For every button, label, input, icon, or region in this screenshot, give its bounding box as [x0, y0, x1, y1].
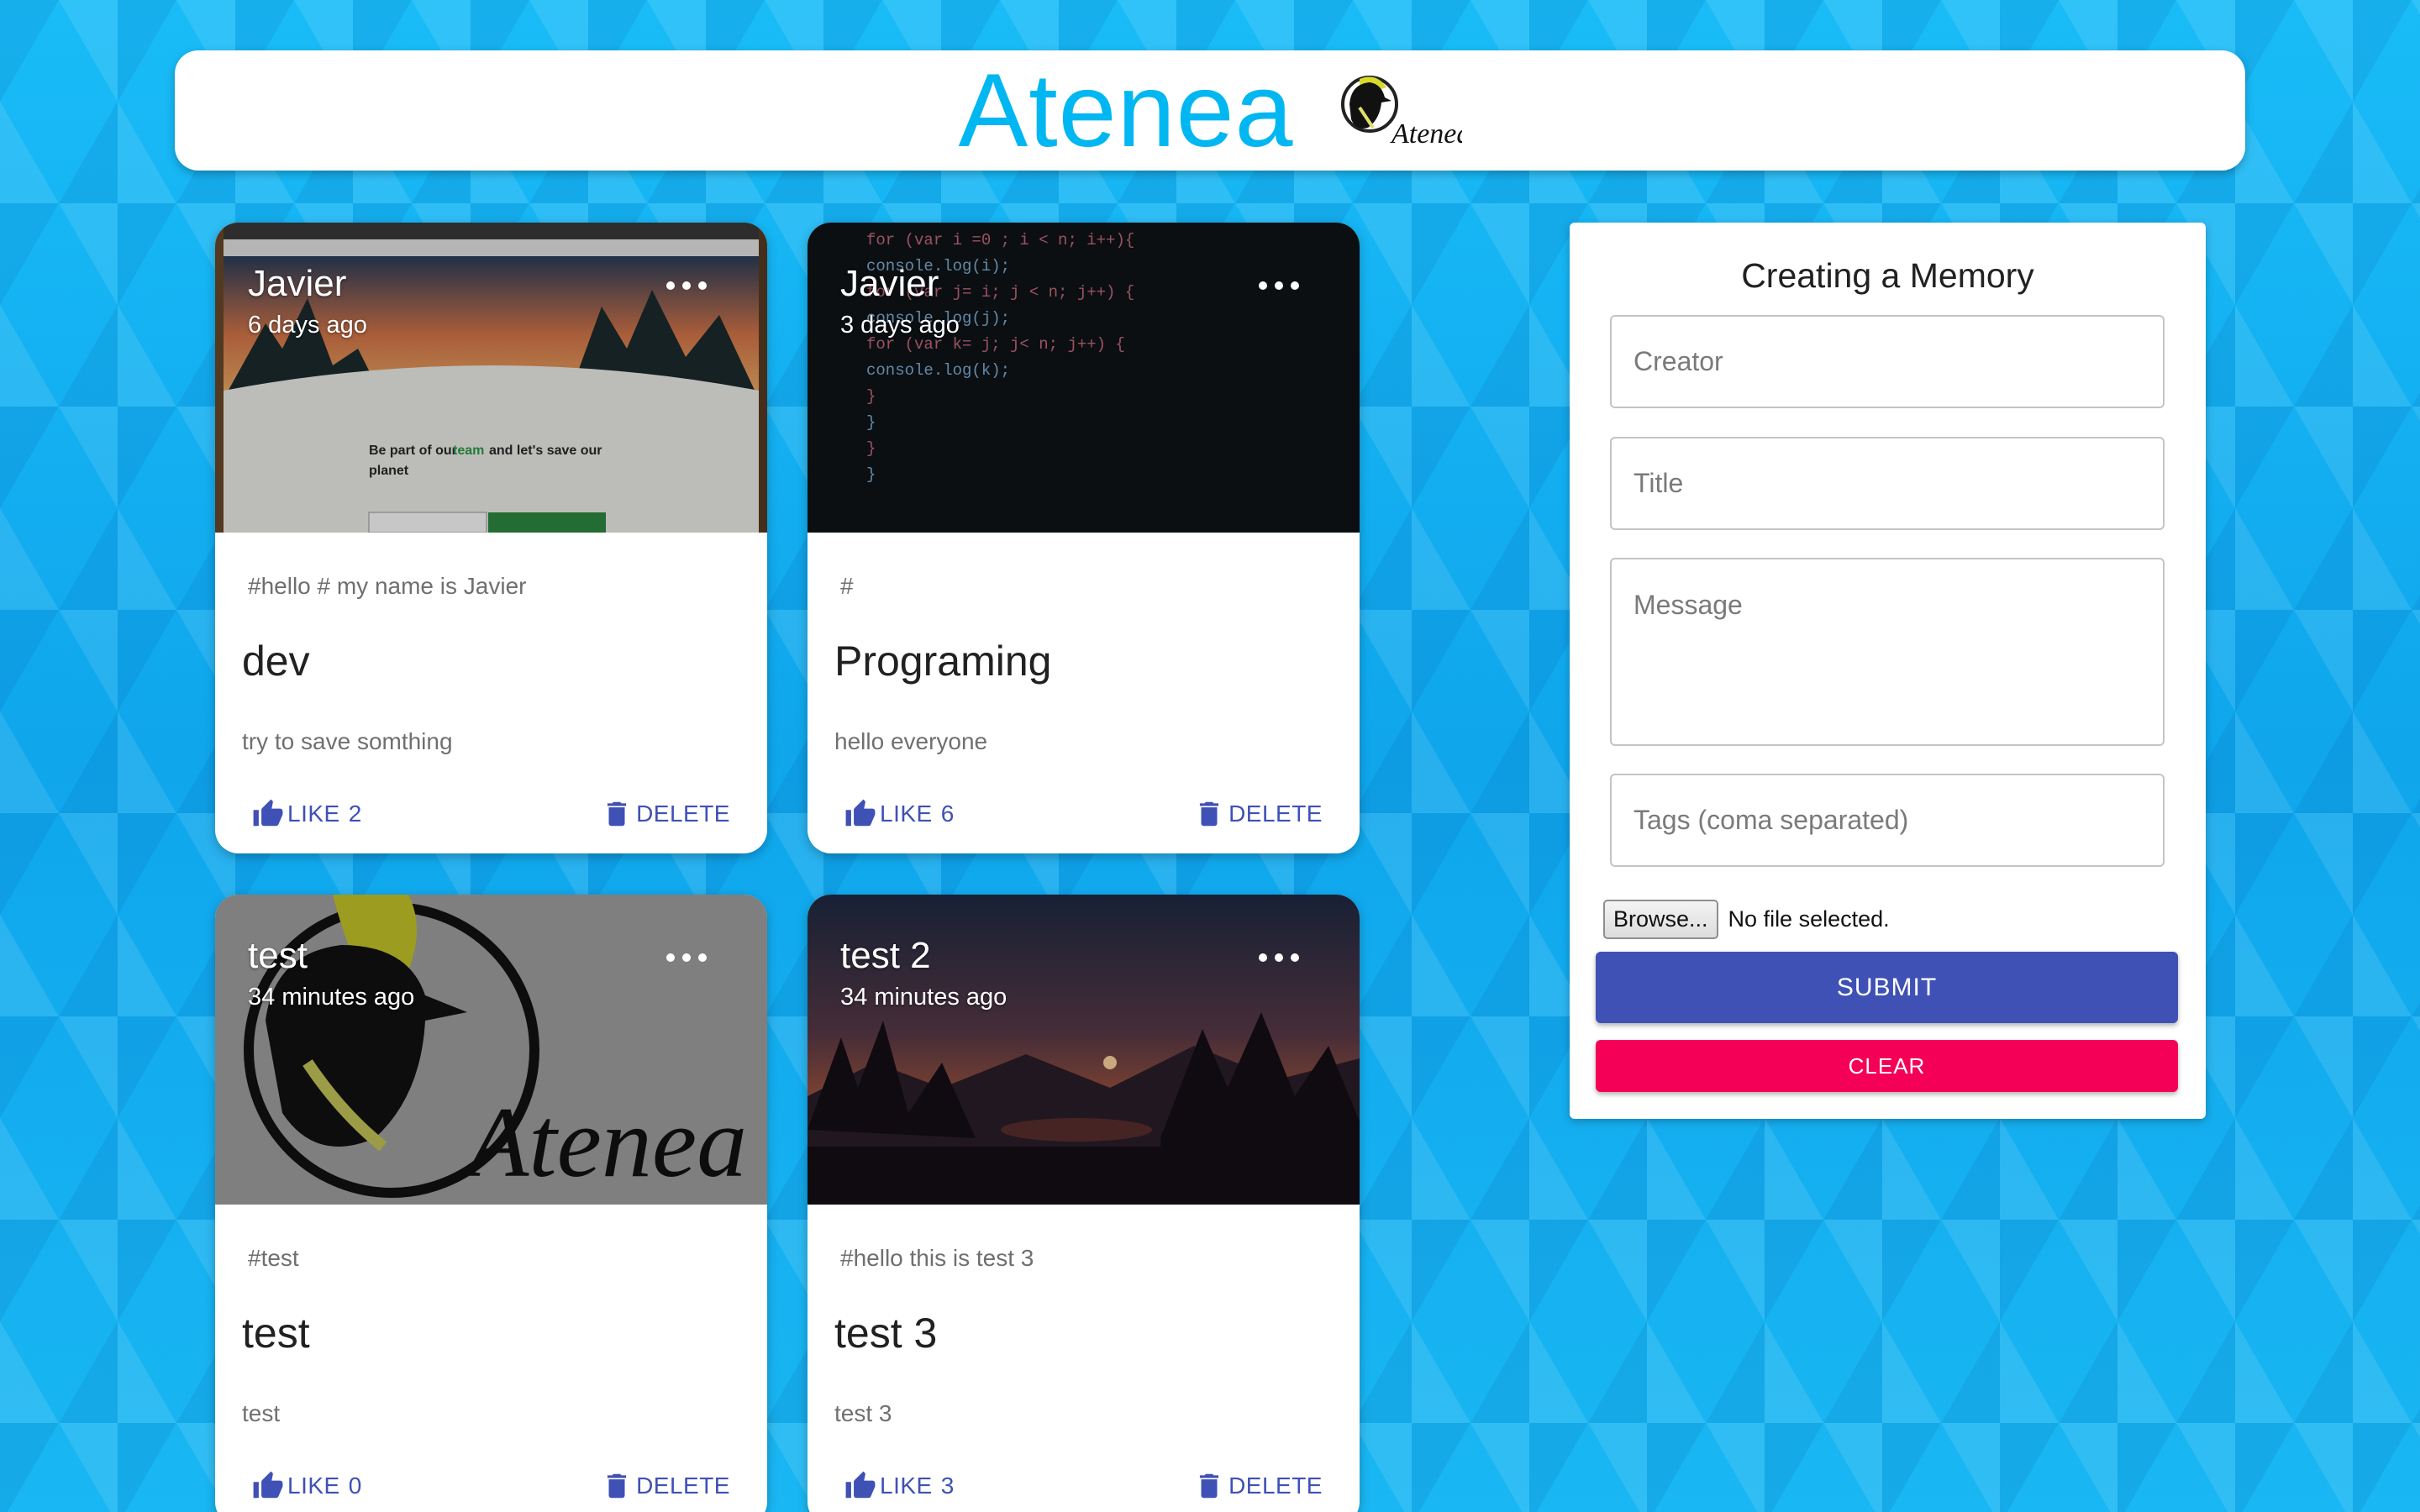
- delete-button[interactable]: DELETE: [1193, 798, 1323, 830]
- message-field[interactable]: Message: [1610, 558, 2165, 746]
- post-card: Be part of our team and let's save our p…: [215, 223, 767, 853]
- delete-label: DELETE: [636, 801, 730, 827]
- logo-lettering: Atenea: [1390, 118, 1462, 150]
- image-text-line: Be part of our: [369, 444, 457, 458]
- image-logo-text: Atenea: [461, 1086, 747, 1198]
- code-line: }: [866, 387, 876, 406]
- post-card: Atenea test 34 minutes ago #test test te…: [215, 895, 767, 1512]
- thumb-up-icon: [253, 1471, 283, 1499]
- clear-button[interactable]: CLEAR: [1596, 1040, 2178, 1092]
- like-button[interactable]: LIKE 0: [252, 1470, 362, 1502]
- like-button[interactable]: LIKE 2: [252, 798, 362, 830]
- post-time: 34 minutes ago: [840, 984, 1007, 1011]
- app-bar: Atenea Atenea: [175, 50, 2245, 171]
- like-count: 6: [940, 801, 955, 827]
- post-creator: Javier: [248, 263, 347, 304]
- delete-label: DELETE: [636, 1473, 730, 1499]
- thumb-up-icon: [253, 799, 283, 827]
- post-title: test 3: [834, 1310, 938, 1357]
- post-message: hello everyone: [834, 728, 988, 754]
- thumb-up-icon: [845, 799, 876, 827]
- post-title: Programing: [834, 638, 1052, 685]
- file-input: Browse... No file selected.: [1603, 900, 1890, 939]
- post-actions: LIKE 2 DELETE: [215, 793, 767, 835]
- post-actions: LIKE 3 DELETE: [808, 1465, 1360, 1507]
- post-actions: LIKE 0 DELETE: [215, 1465, 767, 1507]
- delete-label: DELETE: [1228, 801, 1323, 827]
- delete-button[interactable]: DELETE: [1193, 1470, 1323, 1502]
- browse-button[interactable]: Browse...: [1603, 900, 1718, 939]
- trash-icon: [607, 1473, 627, 1499]
- title-field[interactable]: Title: [1610, 437, 2165, 530]
- code-line: for (var i =0 ; i < n; i++){: [866, 231, 1134, 249]
- more-options-icon[interactable]: [1259, 273, 1299, 298]
- post-title: test: [242, 1310, 310, 1357]
- tags-field[interactable]: Tags (coma separated): [1610, 774, 2165, 867]
- image-text-line: and let's save our: [489, 444, 602, 458]
- more-options-icon[interactable]: [666, 273, 707, 298]
- post-tags: #hello this is test 3: [840, 1245, 1034, 1271]
- post-content: # Programing hello everyone LIKE 6 DELET…: [808, 533, 1360, 853]
- image-text-accent: team: [453, 444, 484, 458]
- post-creator: test 2: [840, 935, 931, 976]
- delete-button[interactable]: DELETE: [601, 798, 730, 830]
- post-time: 34 minutes ago: [248, 984, 415, 1011]
- like-button[interactable]: LIKE 6: [844, 798, 955, 830]
- post-time: 3 days ago: [840, 312, 960, 339]
- post-tags: #hello # my name is Javier: [248, 573, 527, 599]
- post-card: test 2 34 minutes ago #hello this is tes…: [808, 895, 1360, 1512]
- like-label: LIKE: [880, 801, 933, 827]
- post-message: try to save somthing: [242, 728, 453, 754]
- like-count: 2: [348, 801, 362, 827]
- post-tags: #test: [248, 1245, 299, 1271]
- app-title: Atenea: [958, 52, 1294, 169]
- trash-icon: [607, 801, 627, 827]
- like-label: LIKE: [880, 1473, 933, 1499]
- file-status: No file selected.: [1728, 906, 1890, 932]
- like-label: LIKE: [287, 1473, 340, 1499]
- trash-icon: [1199, 1473, 1219, 1499]
- code-line: console.log(k);: [866, 361, 1010, 380]
- submit-button[interactable]: SUBMIT: [1596, 952, 2178, 1023]
- post-message: test: [242, 1400, 281, 1426]
- post-time: 6 days ago: [248, 312, 367, 339]
- post-content: #hello # my name is Javier dev try to sa…: [215, 533, 767, 853]
- post-content: #hello this is test 3 test 3 test 3 LIKE…: [808, 1205, 1360, 1512]
- post-actions: LIKE 6 DELETE: [808, 793, 1360, 835]
- post-tags: #: [840, 573, 854, 599]
- like-count: 3: [940, 1473, 955, 1499]
- message-placeholder: Message: [1634, 590, 1743, 620]
- creator-field[interactable]: Creator: [1610, 315, 2165, 408]
- post-content: #test test test LIKE 0 DELETE: [215, 1205, 767, 1512]
- like-button[interactable]: LIKE 3: [844, 1470, 955, 1502]
- tags-placeholder: Tags (coma separated): [1634, 805, 1909, 835]
- code-line: }: [866, 413, 876, 432]
- more-options-icon[interactable]: [666, 945, 707, 970]
- post-creator: Javier: [840, 263, 939, 304]
- post-message: test 3: [834, 1400, 892, 1426]
- delete-label: DELETE: [1228, 1473, 1323, 1499]
- atenea-logo-icon: Atenea: [1340, 75, 1462, 150]
- more-options-icon[interactable]: [1259, 945, 1299, 970]
- form-title: Creating a Memory: [1741, 256, 2034, 295]
- like-label: LIKE: [287, 801, 340, 827]
- image-text-line: planet: [369, 464, 409, 478]
- like-count: 0: [348, 1473, 362, 1499]
- code-line: }: [866, 465, 876, 484]
- post-creator: test: [248, 935, 308, 976]
- memory-form: Creating a Memory Creator Title Message …: [1570, 223, 2206, 1119]
- trash-icon: [1199, 801, 1219, 827]
- post-title: dev: [242, 638, 310, 685]
- delete-button[interactable]: DELETE: [601, 1470, 730, 1502]
- creator-placeholder: Creator: [1634, 346, 1723, 376]
- post-card: for (var i =0 ; i < n; i++){ console.log…: [808, 223, 1360, 853]
- code-line: }: [866, 439, 876, 458]
- thumb-up-icon: [845, 1471, 876, 1499]
- title-placeholder: Title: [1634, 468, 1684, 498]
